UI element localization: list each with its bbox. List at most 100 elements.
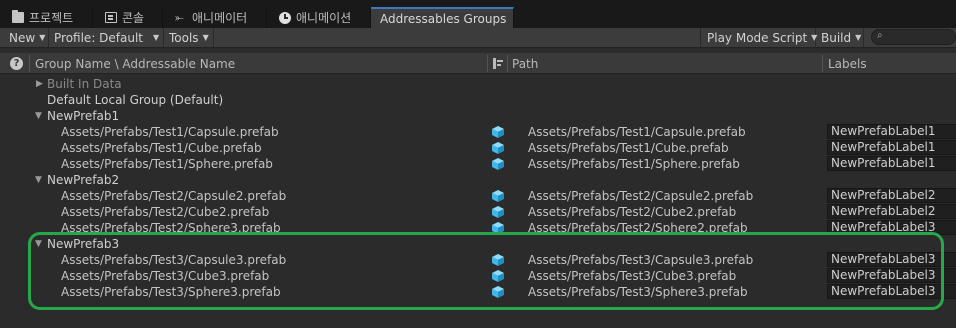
tab-addressables-groups[interactable]: Addressables Groups [371, 7, 514, 28]
collapse-arrow-icon[interactable]: ▼ [35, 172, 42, 188]
asset-type-sort-icon[interactable] [493, 58, 503, 69]
group-name: Default Local Group (Default) [47, 93, 224, 107]
entry-label-field[interactable]: NewPrefabLabel3 [827, 284, 956, 299]
window-tab-bar: 프로젝트 콘솔 ⤜ 애니메이터 애니메이션 Addressables Group… [0, 0, 956, 28]
help-icon[interactable]: ? [10, 57, 23, 70]
column-divider[interactable] [822, 55, 823, 72]
entry-row[interactable]: Assets/Prefabs/Test3/Sphere3.prefab Asse… [0, 284, 956, 300]
entry-row[interactable]: Assets/Prefabs/Test2/Cube2.prefab Assets… [0, 204, 956, 220]
entry-row[interactable]: Assets/Prefabs/Test1/Sphere.prefab Asset… [0, 156, 956, 172]
column-header-path-label: Path [512, 56, 539, 71]
tab-animator[interactable]: ⤜ 애니메이터 [163, 7, 267, 28]
group-row-newprefab1[interactable]: ▼ NewPrefab1 [0, 108, 956, 124]
entry-name: Assets/Prefabs/Test1/Cube.prefab [61, 141, 262, 155]
entry-row[interactable]: Assets/Prefabs/Test1/Capsule.prefab Asse… [0, 124, 956, 140]
entry-path: Assets/Prefabs/Test2/Sphere2.prefab [528, 221, 748, 235]
entry-path: Assets/Prefabs/Test3/Cube3.prefab [528, 269, 737, 283]
new-dropdown-label: New [9, 30, 36, 45]
animator-icon: ⤜ [175, 11, 184, 24]
collapse-arrow-icon[interactable]: ▼ [35, 108, 42, 124]
build-dropdown[interactable]: Build ▼ [816, 28, 864, 47]
entry-name: Assets/Prefabs/Test3/Sphere3.prefab [61, 285, 281, 299]
search-icon: ⌕ [877, 30, 883, 41]
chevron-down-icon: ▼ [39, 33, 46, 42]
entry-path: Assets/Prefabs/Test1/Sphere.prefab [528, 157, 740, 171]
profile-dropdown[interactable]: Profile: Default ▼ [49, 28, 164, 47]
entry-row[interactable]: Assets/Prefabs/Test1/Cube.prefab Assets/… [0, 140, 956, 156]
column-header-path[interactable]: Path [512, 53, 538, 74]
tab-animator-label: 애니메이터 [192, 11, 248, 25]
entry-label-field[interactable]: NewPrefabLabel2 [827, 204, 956, 219]
entry-name: Assets/Prefabs/Test1/Sphere.prefab [61, 157, 273, 171]
entry-path: Assets/Prefabs/Test3/Sphere3.prefab [528, 285, 748, 299]
entry-name: Assets/Prefabs/Test3/Capsule3.prefab [61, 253, 287, 267]
entry-row[interactable]: Assets/Prefabs/Test2/Sphere3.prefab Asse… [0, 220, 956, 236]
tools-dropdown-label: Tools [169, 30, 199, 45]
entry-label-field[interactable]: NewPrefabLabel3 [827, 252, 956, 267]
entry-name: Assets/Prefabs/Test2/Capsule2.prefab [61, 189, 287, 203]
entry-name: Assets/Prefabs/Test2/Sphere3.prefab [61, 221, 281, 235]
prefab-cube-icon [492, 206, 504, 218]
entry-name: Assets/Prefabs/Test3/Cube3.prefab [61, 269, 270, 283]
group-row-newprefab3[interactable]: ▼ NewPrefab3 [0, 236, 956, 252]
play-mode-script-dropdown[interactable]: Play Mode Script ▼ [700, 28, 817, 47]
column-header-labels[interactable]: Labels [828, 53, 867, 74]
addressables-toolbar: New ▼ Profile: Default ▼ Tools ▼ Play Mo… [0, 28, 956, 48]
entry-label-field[interactable]: NewPrefabLabel1 [827, 140, 956, 155]
group-name: NewPrefab2 [47, 173, 120, 187]
folder-icon [12, 10, 24, 23]
group-name: NewPrefab1 [47, 109, 120, 123]
prefab-cube-icon [492, 270, 504, 282]
tab-project[interactable]: 프로젝트 [0, 7, 93, 28]
chevron-down-icon: ▼ [855, 33, 862, 42]
group-row-newprefab2[interactable]: ▼ NewPrefab2 [0, 172, 956, 188]
play-mode-script-label: Play Mode Script [707, 30, 808, 45]
profile-dropdown-label: Profile: Default [54, 30, 144, 45]
prefab-cube-icon [492, 254, 504, 266]
entry-label-field[interactable]: NewPrefabLabel3 [827, 268, 956, 283]
column-header-group-name[interactable]: Group Name \ Addressable Name [35, 53, 235, 74]
entry-label-field[interactable]: NewPrefabLabel2 [827, 188, 956, 203]
prefab-cube-icon [492, 126, 504, 138]
entry-path: Assets/Prefabs/Test3/Capsule3.prefab [528, 253, 754, 267]
chevron-down-icon: ▼ [153, 33, 160, 42]
tools-dropdown[interactable]: Tools ▼ [164, 28, 214, 47]
group-name: Built In Data [47, 77, 122, 91]
new-dropdown[interactable]: New ▼ [2, 28, 49, 47]
group-name: NewPrefab3 [47, 237, 120, 251]
column-divider[interactable] [507, 55, 508, 72]
search-input[interactable]: ⌕ [871, 29, 956, 45]
animation-clock-icon [279, 11, 291, 24]
entry-name: Assets/Prefabs/Test1/Capsule.prefab [61, 125, 279, 139]
collapse-arrow-icon[interactable]: ▼ [35, 236, 42, 252]
entry-row[interactable]: Assets/Prefabs/Test3/Capsule3.prefab Ass… [0, 252, 956, 268]
prefab-cube-icon [492, 142, 504, 154]
prefab-cube-icon [492, 190, 504, 202]
entry-path: Assets/Prefabs/Test1/Capsule.prefab [528, 125, 746, 139]
entry-label-field[interactable]: NewPrefabLabel1 [827, 124, 956, 139]
tab-addressables-groups-label: Addressables Groups [380, 11, 507, 26]
column-divider[interactable] [487, 55, 488, 72]
expand-arrow-icon[interactable]: ▶ [36, 76, 43, 92]
entry-row[interactable]: Assets/Prefabs/Test2/Capsule2.prefab Ass… [0, 188, 956, 204]
entry-label-field[interactable]: NewPrefabLabel3 [827, 220, 956, 235]
group-row-default-local-group[interactable]: Default Local Group (Default) [0, 92, 956, 108]
addressables-tree: ▶ Built In Data Default Local Group (Def… [0, 75, 956, 328]
tree-column-header: ? Group Name \ Addressable Name Path Lab… [0, 53, 956, 74]
prefab-cube-icon [492, 222, 504, 234]
chevron-down-icon: ▼ [202, 33, 209, 42]
group-row-built-in-data[interactable]: ▶ Built In Data [0, 76, 956, 92]
column-divider[interactable] [29, 55, 30, 72]
column-header-labels-label: Labels [828, 56, 867, 71]
entry-path: Assets/Prefabs/Test1/Cube.prefab [528, 141, 729, 155]
entry-name: Assets/Prefabs/Test2/Cube2.prefab [61, 205, 270, 219]
column-header-group-name-label: Group Name \ Addressable Name [35, 56, 236, 71]
build-dropdown-label: Build [821, 30, 852, 45]
entry-label-field[interactable]: NewPrefabLabel1 [827, 156, 956, 171]
console-icon [105, 12, 117, 23]
tab-animation[interactable]: 애니메이션 [267, 7, 371, 28]
tab-console[interactable]: 콘솔 [93, 7, 163, 28]
entry-row[interactable]: Assets/Prefabs/Test3/Cube3.prefab Assets… [0, 268, 956, 284]
tab-console-label: 콘솔 [122, 11, 145, 25]
entry-path: Assets/Prefabs/Test2/Cube2.prefab [528, 205, 737, 219]
